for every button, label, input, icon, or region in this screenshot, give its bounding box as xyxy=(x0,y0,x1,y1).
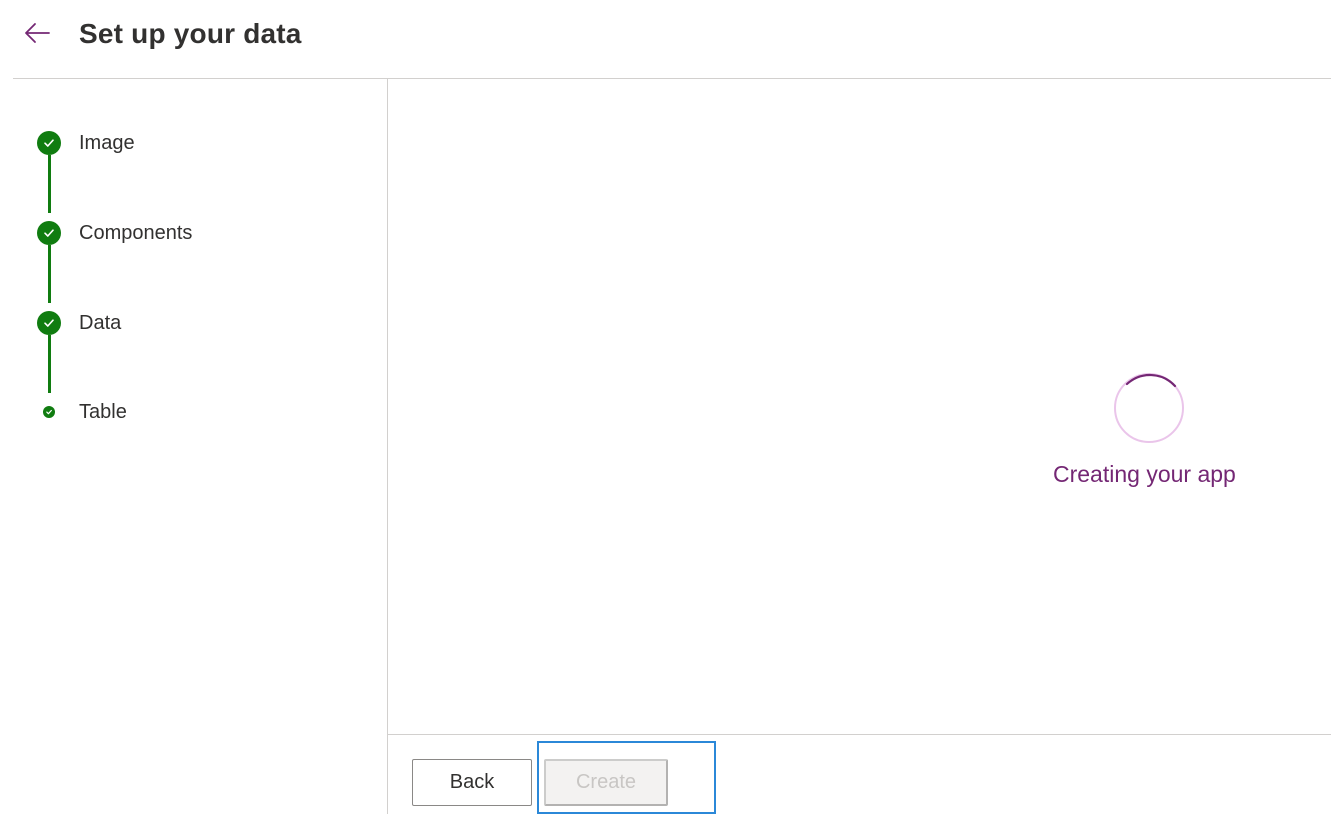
check-circle-icon xyxy=(37,131,61,155)
focus-highlight xyxy=(537,741,716,814)
step-connector xyxy=(48,335,51,393)
check-dot-icon xyxy=(43,406,55,418)
step-image: Image xyxy=(37,131,135,155)
steps-sidebar xyxy=(0,79,387,814)
main-content xyxy=(388,79,1331,734)
step-label: Image xyxy=(79,132,135,154)
footer-divider xyxy=(388,734,1331,735)
arrow-left-icon xyxy=(25,23,50,43)
loading-text: Creating your app xyxy=(1053,461,1236,487)
check-circle-icon xyxy=(37,221,61,245)
step-connector xyxy=(48,245,51,303)
page-header: Set up your data xyxy=(0,0,1331,78)
loading-spinner-icon xyxy=(1114,373,1184,443)
step-label: Data xyxy=(79,312,122,334)
step-components: Components xyxy=(37,221,192,245)
step-label: Table xyxy=(79,401,127,423)
back-button[interactable]: Back xyxy=(412,759,532,806)
step-table: Table xyxy=(37,400,127,424)
back-arrow-button[interactable] xyxy=(22,20,52,46)
step-connector xyxy=(48,155,51,213)
page-title: Set up your data xyxy=(79,18,302,49)
step-data: Data xyxy=(37,311,121,335)
step-label: Components xyxy=(79,222,193,244)
check-circle-icon xyxy=(37,311,61,335)
